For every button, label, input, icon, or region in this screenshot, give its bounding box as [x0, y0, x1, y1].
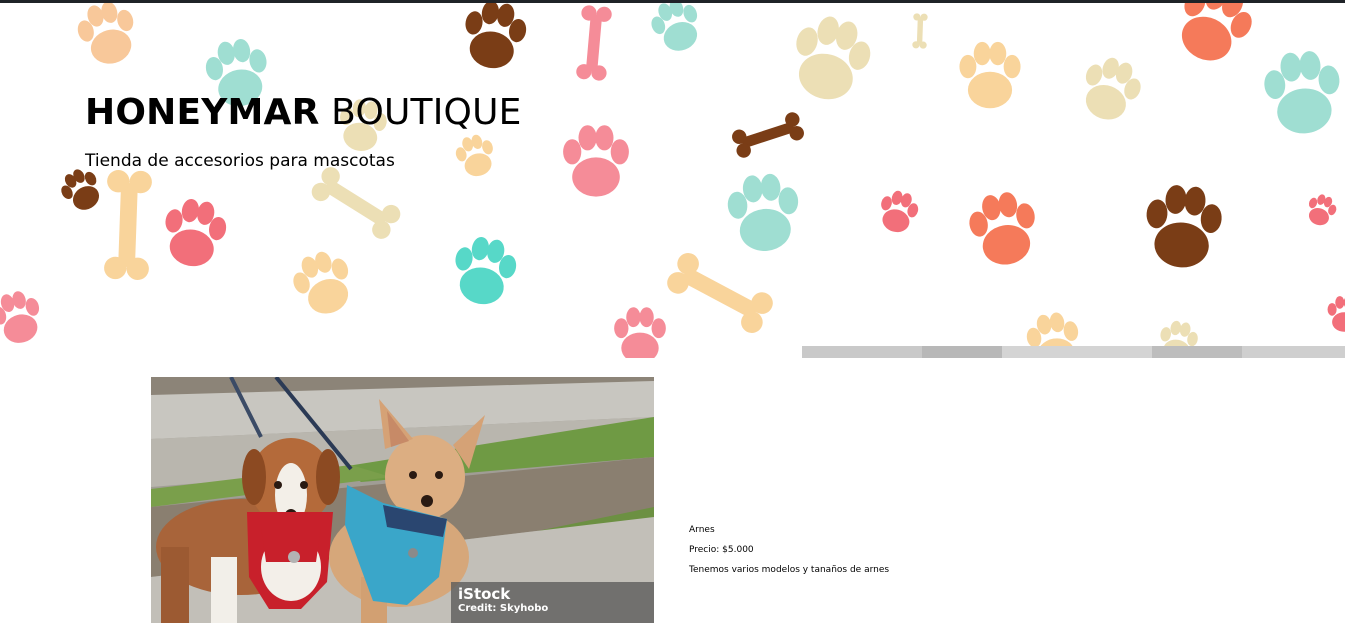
paw-print-icon: [452, 131, 500, 181]
paw-print-icon: [1302, 190, 1340, 230]
paw-print-icon: [286, 244, 361, 322]
paw-print-icon: [959, 41, 1021, 109]
paw-print-icon: [458, 3, 531, 74]
paw-print-icon: [72, 3, 143, 71]
hero-banner: HONEYMAR BOUTIQUE Tienda de accesorios p…: [0, 3, 1345, 358]
site-tagline: Tienda de accesorios para mascotas: [85, 151, 395, 171]
paw-print-icon: [1073, 50, 1148, 128]
bone-icon: [663, 249, 777, 337]
product-name: Arnes: [689, 525, 715, 535]
paw-print-icon: [614, 307, 666, 358]
paw-print-icon: [448, 233, 521, 310]
paw-print-icon: [725, 171, 803, 254]
image-credit-overlay: iStock Credit: Skyhobo: [451, 582, 654, 623]
site-title-rest: BOUTIQUE: [319, 92, 522, 133]
bone-icon: [308, 163, 404, 243]
product-price: Precio: $5.000: [689, 545, 754, 555]
site-title-bold: HONEYMAR: [85, 92, 320, 133]
site-title: HONEYMAR BOUTIQUE: [85, 91, 522, 135]
hero-image-edge: [802, 346, 1345, 358]
paw-print-icon: [1327, 296, 1345, 332]
image-credit-brand: iStock: [458, 585, 511, 603]
paw-print-icon: [783, 9, 878, 108]
paw-print-icon: [0, 286, 47, 349]
image-credit-line: Credit: Skyhobo: [458, 603, 549, 614]
paw-print-icon: [965, 188, 1043, 270]
product-details: Arnes Precio: $5.000 Tenemos varios mode…: [689, 520, 889, 580]
product-description: Tenemos varios modelos y tanaños de arne…: [689, 565, 890, 575]
paw-print-icon: [563, 125, 629, 197]
paw-print-icon: [874, 187, 922, 237]
paw-print-icon: [1142, 182, 1225, 271]
bone-icon: [103, 169, 153, 281]
bone-icon: [575, 4, 613, 82]
paw-pattern-background: [0, 3, 1345, 358]
paw-print-icon: [1165, 3, 1263, 73]
paw-print-icon: [1261, 48, 1344, 137]
bone-icon: [912, 13, 928, 49]
paw-print-icon: [645, 3, 708, 58]
paw-print-icon: [158, 195, 231, 272]
bone-icon: [730, 110, 806, 160]
